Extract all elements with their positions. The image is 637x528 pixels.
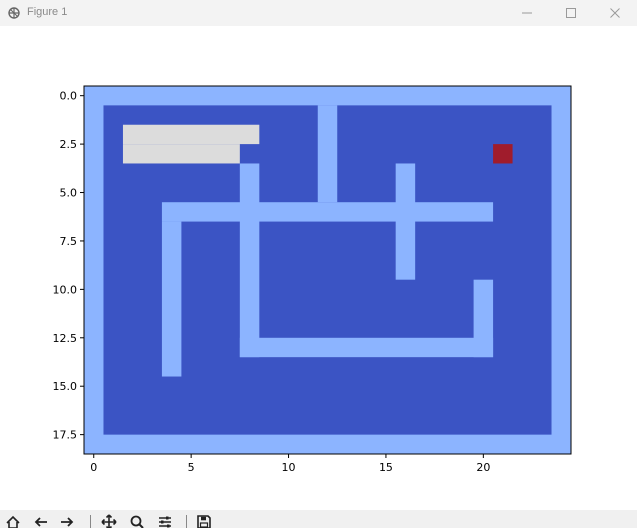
heatmap-cell-visited	[122, 144, 240, 164]
matplotlib-figure-icon	[8, 7, 20, 19]
window-titlebar: Figure 1	[0, 0, 637, 26]
y-tick-label: 0.0	[60, 90, 78, 103]
minimize-button[interactable]	[507, 0, 547, 26]
minimize-icon	[522, 12, 532, 14]
back-button[interactable]	[32, 514, 50, 528]
y-tick-label: 12.5	[53, 332, 78, 345]
home-button[interactable]	[4, 514, 22, 528]
forward-button[interactable]	[58, 514, 76, 528]
x-tick-label: 15	[379, 461, 393, 474]
y-tick-label: 5.0	[60, 187, 78, 200]
maximize-button[interactable]	[551, 0, 591, 26]
y-tick-label: 10.0	[53, 283, 78, 296]
heatmap-cell-wall	[239, 163, 260, 358]
heatmap-cell-wall	[317, 105, 338, 203]
save-icon	[197, 515, 211, 528]
close-button[interactable]	[595, 0, 635, 26]
x-tick-label: 5	[188, 461, 195, 474]
configure-subplots-icon	[159, 516, 171, 528]
figure-canvas[interactable]: 0 5 10 15 20 0.0 2.5 5.0 7.5 10.0 12.5 15.0 17.5	[0, 26, 637, 510]
configure-subplots-button[interactable]	[156, 514, 174, 528]
y-tick-label: 17.5	[53, 429, 78, 442]
x-tick-label: 10	[282, 461, 296, 474]
zoom-button[interactable]	[128, 514, 146, 528]
window-title: Figure 1	[27, 6, 68, 18]
close-icon	[610, 8, 620, 18]
pan-icon	[101, 514, 117, 528]
navigation-toolbar	[0, 510, 637, 528]
x-tick-label: 0	[90, 461, 97, 474]
heatmap-cell-wall	[239, 337, 494, 358]
back-arrow-icon	[34, 517, 47, 527]
forward-arrow-icon	[61, 517, 74, 527]
toolbar-separator	[186, 515, 187, 528]
heatmap-cell-wall	[161, 202, 494, 222]
pan-button[interactable]	[100, 514, 118, 528]
heatmap-cell-wall	[161, 221, 182, 377]
y-tick-label: 2.5	[60, 138, 78, 151]
maximize-icon	[566, 8, 576, 18]
heatmap-cell-visited	[122, 124, 260, 145]
zoom-icon	[130, 515, 144, 528]
home-icon	[6, 515, 20, 528]
save-button[interactable]	[195, 514, 213, 528]
y-tick-label: 7.5	[60, 235, 78, 248]
heatmap-cell-goal	[493, 144, 513, 164]
x-tick-label: 20	[476, 461, 490, 474]
heatmap-cell-wall	[473, 279, 494, 358]
y-tick-label: 15.0	[53, 380, 78, 393]
maze-heatmap-chart: 0 5 10 15 20 0.0 2.5 5.0 7.5 10.0 12.5 15.0 17.5	[53, 85, 572, 474]
toolbar-separator	[90, 515, 91, 528]
